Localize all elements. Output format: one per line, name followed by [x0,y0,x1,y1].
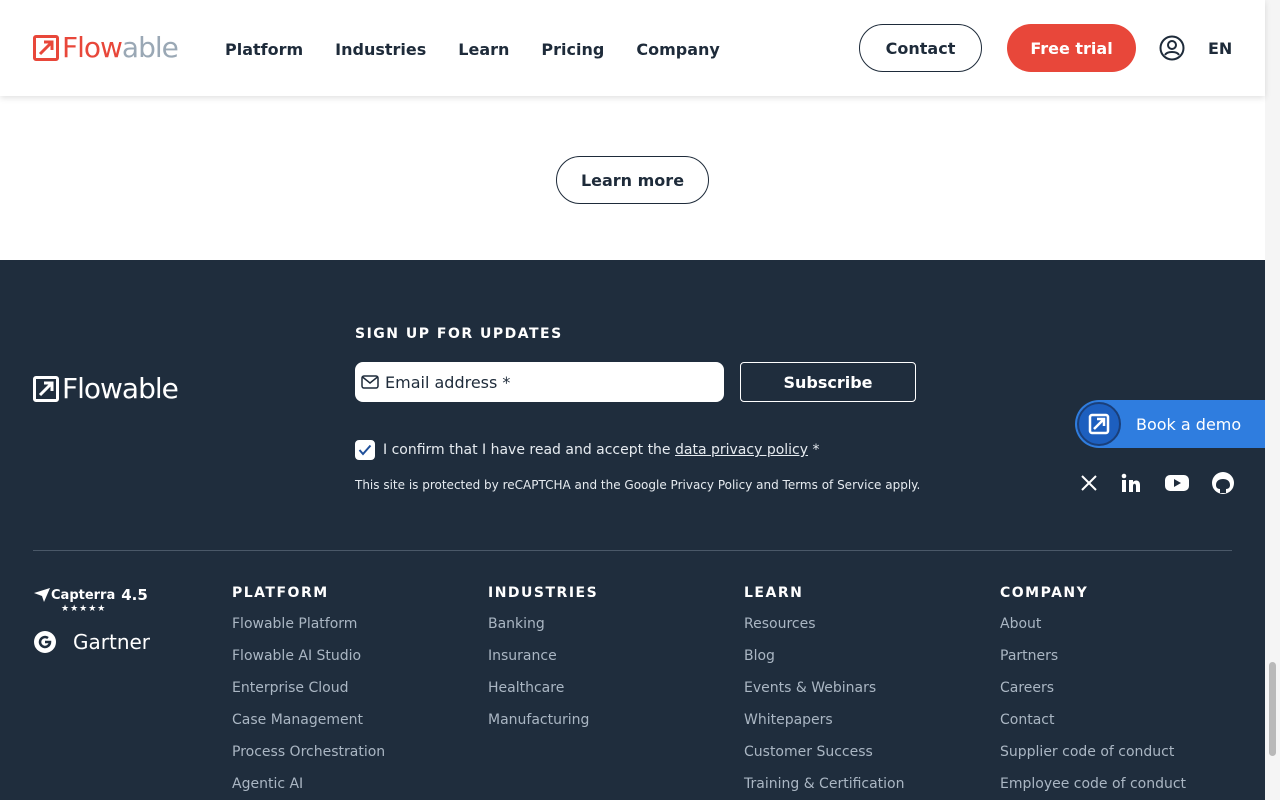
footer-link[interactable]: Resources [744,615,905,633]
capterra-badge[interactable]: Capterra 4.5 [33,586,150,604]
footer-link[interactable]: Manufacturing [488,711,598,729]
x-icon[interactable] [1076,470,1102,496]
nav-learn[interactable]: Learn [458,38,509,62]
footer-logo[interactable]: Flowable [33,372,179,405]
flowable-logo[interactable]: Flowable [33,31,179,64]
footer-heading-learn: LEARN [744,585,804,601]
demo-logo-icon [1077,402,1121,446]
footer-link[interactable]: Flowable Platform [232,615,385,633]
main-nav: Platform Industries Learn Pricing Compan… [225,38,752,62]
book-demo-label: Book a demo [1136,414,1242,434]
language-selector[interactable]: EN [1208,38,1232,60]
footer-link[interactable]: About [1000,615,1186,633]
nav-industries[interactable]: Industries [335,38,426,62]
logo-text: Flowable [62,31,179,64]
footer-heading-company: COMPANY [1000,585,1089,601]
signup-heading: SIGN UP FOR UPDATES [355,326,563,342]
footer-divider [33,550,1232,551]
footer-link[interactable]: Blog [744,647,905,665]
linkedin-icon[interactable] [1118,470,1144,496]
rating-stars-icon: ★★★★★ [61,604,107,614]
mail-icon [361,375,379,389]
user-account-icon[interactable] [1159,35,1185,61]
review-badges: Capterra 4.5 ★★★★★ Gartner [33,586,150,654]
consent-text: I confirm that I have read and accept th… [383,442,820,458]
nav-pricing[interactable]: Pricing [541,38,604,62]
g2-icon [34,631,56,653]
footer-link[interactable]: Flowable AI Studio [232,647,385,665]
footer-link[interactable]: Employee code of conduct [1000,775,1186,793]
footer-link[interactable]: Partners [1000,647,1186,665]
footer-link[interactable]: Customer Success [744,743,905,761]
footer-link[interactable]: Case Management [232,711,385,729]
privacy-checkbox[interactable] [355,440,375,460]
footer-link[interactable]: Contact [1000,711,1186,729]
footer-col-learn: LEARN Resources Blog Events & Webinars W… [744,585,905,800]
free-trial-button[interactable]: Free trial [1007,24,1136,72]
footer-logo-text: Flowable [62,372,179,405]
site-header: Flowable Platform Industries Learn Prici… [0,0,1265,96]
youtube-icon[interactable] [1164,470,1190,496]
footer-link[interactable]: Healthcare [488,679,598,697]
capterra-arrow-icon [34,588,50,602]
contact-button[interactable]: Contact [859,24,982,72]
footer-link[interactable]: Process Orchestration [232,743,385,761]
footer-link[interactable]: Supplier code of conduct [1000,743,1186,761]
footer-link[interactable]: Enterprise Cloud [232,679,385,697]
logo-arrow-icon [33,35,59,61]
footer-col-company: COMPANY About Partners Careers Contact S… [1000,585,1186,800]
footer-logo-arrow-icon [33,376,59,402]
subscribe-button[interactable]: Subscribe [740,362,916,402]
footer-col-industries: INDUSTRIES Banking Insurance Healthcare … [488,585,598,743]
scrollbar-thumb[interactable] [1269,662,1276,756]
book-demo-button[interactable]: Book a demo [1075,400,1265,448]
social-links [1076,470,1236,496]
footer-link[interactable]: Insurance [488,647,598,665]
email-field[interactable] [355,362,724,402]
email-input[interactable] [385,372,705,392]
footer-link[interactable]: Training & Certification [744,775,905,793]
footer-heading-platform: PLATFORM [232,585,329,601]
footer-link[interactable]: Agentic AI [232,775,385,793]
footer-link[interactable]: Banking [488,615,598,633]
learn-more-button[interactable]: Learn more [556,156,709,204]
footer-heading-industries: INDUSTRIES [488,585,599,601]
recaptcha-notice: This site is protected by reCAPTCHA and … [355,478,921,492]
privacy-consent: I confirm that I have read and accept th… [355,440,819,460]
site-footer: Flowable SIGN UP FOR UPDATES Subscribe I… [0,260,1265,800]
privacy-policy-link[interactable]: data privacy policy [675,442,808,458]
footer-link[interactable]: Whitepapers [744,711,905,729]
github-icon[interactable] [1210,470,1236,496]
checkmark-icon [358,444,372,456]
gartner-badge[interactable]: Gartner [33,630,150,654]
page-scrollbar[interactable] [1265,0,1280,800]
footer-link[interactable]: Events & Webinars [744,679,905,697]
nav-company[interactable]: Company [636,38,719,62]
footer-col-platform: PLATFORM Flowable Platform Flowable AI S… [232,585,385,800]
nav-platform[interactable]: Platform [225,38,303,62]
footer-link[interactable]: Careers [1000,679,1186,697]
